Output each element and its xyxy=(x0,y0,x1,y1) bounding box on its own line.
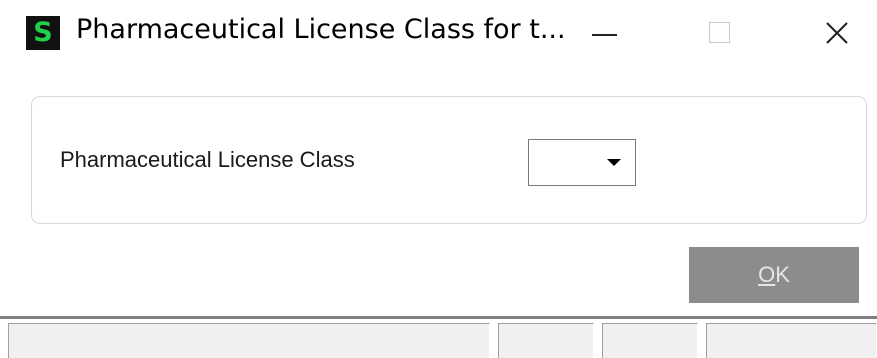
status-pane-2 xyxy=(498,323,594,358)
maximize-button[interactable] xyxy=(690,8,750,60)
ok-label-rest: K xyxy=(775,262,790,287)
status-pane-main xyxy=(8,323,490,358)
ok-mnemonic: O xyxy=(758,262,776,287)
license-class-label: Pharmaceutical License Class xyxy=(60,147,355,172)
status-pane-4 xyxy=(706,323,877,358)
close-button[interactable] xyxy=(806,8,866,60)
title-bar: S Pharmaceutical License Class for t... xyxy=(0,0,877,70)
ok-button[interactable]: OK xyxy=(689,247,859,303)
license-class-dropdown[interactable] xyxy=(528,139,636,186)
status-pane-3 xyxy=(602,323,698,358)
app-icon: S xyxy=(26,16,60,50)
maximize-icon xyxy=(709,22,730,43)
minimize-button[interactable] xyxy=(574,8,634,60)
window-title: Pharmaceutical License Class for t... xyxy=(76,14,566,45)
dropdown-arrow-icon xyxy=(607,159,621,166)
minimize-icon xyxy=(592,34,617,36)
status-bar xyxy=(0,316,877,358)
close-icon xyxy=(826,22,848,44)
status-bar-divider xyxy=(0,316,877,319)
